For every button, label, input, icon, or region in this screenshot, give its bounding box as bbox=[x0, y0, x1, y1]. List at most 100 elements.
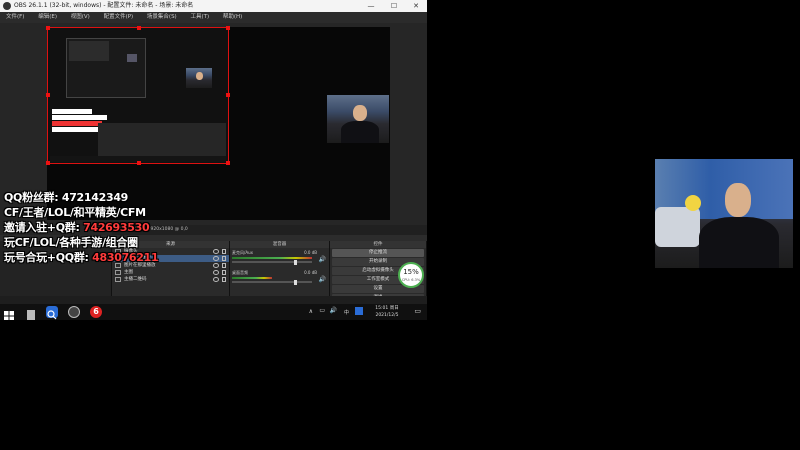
lock-icon[interactable] bbox=[222, 263, 226, 268]
app-tray-icon[interactable] bbox=[355, 307, 363, 315]
nested-panels bbox=[98, 123, 226, 159]
audio-meter bbox=[232, 257, 312, 259]
obs-icon[interactable] bbox=[68, 306, 80, 318]
resize-handle-r[interactable] bbox=[226, 93, 230, 97]
nested-webcam bbox=[127, 54, 137, 62]
volume-fader[interactable] bbox=[232, 259, 312, 265]
image-source-icon bbox=[115, 270, 121, 275]
eye-icon[interactable] bbox=[213, 263, 219, 268]
nested-text-line-2 bbox=[52, 115, 107, 120]
minimize-button[interactable]: — bbox=[360, 0, 382, 12]
close-button[interactable]: ✕ bbox=[405, 0, 427, 12]
selected-display-capture[interactable] bbox=[46, 26, 230, 165]
promo-overlay: QQ粉丝群: 472142349 CF/王者/LOL/和平精英/CFM 邀请入驻… bbox=[4, 190, 159, 265]
nested-text-line-3 bbox=[52, 121, 102, 126]
promo-text: 玩CF/LOL/各种手游/组合圈 bbox=[4, 236, 138, 249]
obs-window: OBS 26.1.1 (32-bit, windows) - 配置文件: 未命名… bbox=[0, 0, 427, 320]
lock-icon[interactable] bbox=[222, 277, 226, 282]
speaker-icon[interactable]: 🔊 bbox=[319, 256, 326, 263]
resize-handle-b[interactable] bbox=[137, 161, 141, 165]
streamer-shirt bbox=[341, 121, 379, 143]
promo-number: 472142349 bbox=[61, 191, 129, 204]
promo-text: CF/王者/LOL/和平精英/CFM bbox=[4, 206, 146, 219]
menu-bar: 文件(F) 编辑(E) 视图(V) 配置文件(P) 场景集合(S) 工具(T) … bbox=[0, 12, 427, 23]
lock-icon[interactable] bbox=[222, 270, 226, 275]
menu-profile[interactable]: 配置文件(P) bbox=[104, 12, 134, 23]
title-bar: OBS 26.1.1 (32-bit, windows) - 配置文件: 未命名… bbox=[0, 0, 427, 12]
nested-face bbox=[196, 72, 203, 80]
promo-line-3: 邀请入驻+Q群: 742693530 bbox=[4, 220, 154, 235]
menu-view[interactable]: 视图(V) bbox=[71, 12, 90, 23]
mixer-channel-name: 桌面音频 bbox=[232, 270, 248, 275]
promo-text: 玩号合玩+QQ群: bbox=[4, 251, 93, 264]
windows-start-icon[interactable] bbox=[4, 306, 16, 320]
promo-number: 742693530 bbox=[83, 221, 150, 234]
stop-streaming-button[interactable]: 停止推流 bbox=[332, 249, 424, 257]
speaker-icon[interactable]: 🔊 bbox=[319, 276, 326, 283]
volume-fader[interactable] bbox=[232, 279, 312, 285]
menu-tools[interactable]: 工具(T) bbox=[190, 12, 209, 23]
resize-handle-tr[interactable] bbox=[226, 26, 230, 30]
chevron-up-icon[interactable]: ∧ bbox=[309, 308, 313, 315]
preview-source-toolbar[interactable]: 显示器 显示器 1: 1920x1080 @ 0,0 bbox=[112, 225, 427, 235]
promo-line-4: 玩CF/LOL/各种手游/组合圈 bbox=[4, 235, 154, 250]
eye-icon[interactable] bbox=[213, 277, 219, 282]
lock-icon[interactable] bbox=[222, 249, 226, 254]
windows-taskbar: 6 ∧ ▭ 🔊 中 15:01 周日 2021/12/5 ▭ bbox=[0, 304, 427, 320]
volume-icon[interactable]: 🔊 bbox=[330, 307, 337, 314]
source-label: 主图 bbox=[124, 270, 133, 275]
app-six-icon[interactable]: 6 bbox=[90, 306, 102, 318]
cpu-label: CPU: 6.3% bbox=[401, 278, 421, 282]
network-icon[interactable]: ▭ bbox=[319, 307, 325, 314]
promo-text: QQ粉丝群: bbox=[4, 191, 62, 204]
promo-line-1: QQ粉丝群: 472142349 bbox=[4, 190, 154, 205]
menu-help[interactable]: 帮助(H) bbox=[223, 12, 242, 23]
nested-obs-window bbox=[69, 41, 109, 61]
menu-edit[interactable]: 编辑(E) bbox=[38, 12, 57, 23]
streamer-shirt bbox=[699, 217, 779, 268]
cpu-usage-widget: 15% CPU: 6.3% bbox=[398, 262, 424, 288]
file-icon[interactable] bbox=[26, 306, 38, 320]
pikachu-plush bbox=[685, 195, 701, 211]
notification-icon[interactable]: ▭ bbox=[414, 307, 421, 315]
fader-knob[interactable] bbox=[294, 279, 297, 285]
mixer-channel-db: 0.0 dB bbox=[304, 250, 317, 255]
webcam-source[interactable] bbox=[327, 95, 389, 143]
eye-icon[interactable] bbox=[213, 256, 219, 261]
resize-handle-l[interactable] bbox=[46, 93, 50, 97]
mixer-channel: 麦克风/Aux 0.0 dB 🔊 bbox=[230, 250, 329, 265]
streamer-webcam-overlay bbox=[655, 159, 793, 268]
promo-number: 483076211 bbox=[92, 251, 159, 264]
clock[interactable]: 15:01 周日 2021/12/5 bbox=[369, 305, 405, 319]
image-source-icon bbox=[115, 277, 121, 282]
menu-file[interactable]: 文件(F) bbox=[6, 12, 24, 23]
audio-meter bbox=[232, 277, 272, 279]
maximize-button[interactable]: ☐ bbox=[383, 0, 405, 12]
eye-icon[interactable] bbox=[213, 249, 219, 254]
nested-obs-preview bbox=[66, 38, 146, 98]
status-bar bbox=[0, 296, 427, 304]
clock-date: 2021/12/5 bbox=[375, 313, 399, 318]
fader-knob[interactable] bbox=[294, 259, 297, 265]
ime-indicator[interactable]: 中 bbox=[344, 309, 349, 316]
source-item[interactable]: 主图 bbox=[112, 269, 229, 276]
resize-handle-bl[interactable] bbox=[46, 161, 50, 165]
lock-icon[interactable] bbox=[222, 256, 226, 261]
source-label: 主播二维码 bbox=[124, 277, 147, 282]
streamer-face bbox=[353, 105, 367, 121]
resize-handle-t[interactable] bbox=[137, 26, 141, 30]
nested-text-line-1 bbox=[52, 109, 92, 114]
window-title: OBS 26.1.1 (32-bit, windows) - 配置文件: 未命名… bbox=[14, 2, 194, 9]
menu-scene-collection[interactable]: 场景集合(S) bbox=[147, 12, 177, 23]
eye-icon[interactable] bbox=[213, 270, 219, 275]
sofa bbox=[655, 207, 700, 247]
search-icon[interactable] bbox=[46, 306, 58, 320]
resize-handle-tl[interactable] bbox=[46, 26, 50, 30]
source-item[interactable]: 主播二维码 bbox=[112, 276, 229, 283]
clock-time: 15:01 周日 bbox=[375, 306, 399, 311]
obs-app-icon bbox=[3, 2, 11, 10]
promo-line-5: 玩号合玩+QQ群: 483076211 bbox=[4, 250, 159, 265]
promo-text: 邀请入驻+Q群: bbox=[4, 221, 84, 234]
resize-handle-br[interactable] bbox=[226, 161, 230, 165]
mixer-panel: 混音器 麦克风/Aux 0.0 dB 🔊 桌面音频 0.0 dB 🔊 混音器 转… bbox=[230, 241, 330, 304]
